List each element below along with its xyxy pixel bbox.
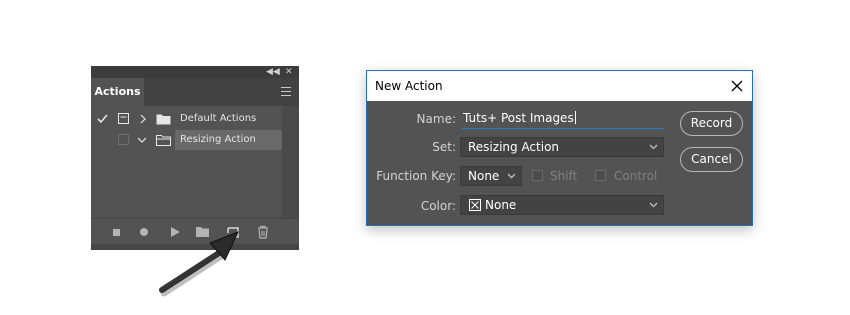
action-set-default-actions[interactable]: Default Actions (91, 109, 282, 129)
set-label: Set: (432, 140, 456, 154)
new-action-dialog: New Action Name: Tuts+ Post Images Set: … (366, 70, 753, 226)
delete-icon[interactable] (256, 225, 270, 239)
dialog-toggle-icon[interactable] (118, 134, 130, 146)
open-folder-icon (156, 135, 171, 146)
action-set-resizing-action[interactable]: Resizing Action (91, 130, 282, 150)
stop-icon[interactable] (109, 225, 123, 239)
dialog-titlebar: New Action (367, 71, 752, 101)
actions-panel: ◀◀ ✕ Actions Default Actions Resizing Ac… (91, 66, 299, 250)
chevron-down-icon[interactable] (137, 136, 147, 144)
control-label: Control (614, 169, 658, 183)
chevron-down-icon (649, 144, 658, 150)
panel-tabbar: Actions (91, 78, 299, 106)
play-icon[interactable] (168, 225, 182, 239)
color-label: Color: (420, 199, 456, 213)
panel-menu-icon[interactable] (281, 87, 291, 96)
record-button[interactable]: Record (680, 111, 743, 136)
set-select-value: Resizing Action (468, 140, 560, 154)
panel-bottombar (91, 218, 299, 245)
close-icon[interactable] (728, 77, 746, 95)
collapse-icon[interactable]: ◀◀ (266, 66, 280, 78)
chevron-down-icon (649, 202, 658, 208)
name-label: Name: (416, 112, 456, 126)
tab-actions[interactable]: Actions (91, 78, 144, 106)
panel-resize-handle[interactable] (91, 244, 299, 250)
new-action-icon[interactable] (226, 225, 240, 239)
new-set-icon[interactable] (195, 225, 209, 239)
chevron-right-icon[interactable] (139, 114, 147, 124)
action-set-label: Resizing Action (180, 134, 256, 145)
set-select[interactable]: Resizing Action (460, 137, 664, 157)
control-checkbox[interactable] (595, 170, 606, 181)
name-field[interactable]: Tuts+ Post Images (462, 109, 664, 129)
chevron-down-icon (507, 173, 516, 179)
name-field-value: Tuts+ Post Images (463, 111, 574, 125)
record-icon[interactable] (137, 225, 151, 239)
scrollbar[interactable] (282, 106, 299, 218)
color-select[interactable]: None (460, 195, 664, 215)
close-panel-icon[interactable]: ✕ (285, 66, 293, 78)
color-select-value: None (485, 198, 517, 212)
function-key-select[interactable]: None (460, 166, 522, 186)
shift-label: Shift (550, 169, 578, 183)
dialog-toggle-icon[interactable] (118, 113, 130, 125)
panel-topbar: ◀◀ ✕ (91, 66, 299, 78)
no-color-swatch-icon (469, 199, 481, 211)
folder-icon (156, 114, 171, 125)
action-set-label: Default Actions (180, 113, 257, 124)
cancel-button[interactable]: Cancel (680, 147, 743, 172)
function-key-label: Function Key: (376, 169, 456, 183)
checkmark-icon[interactable] (97, 114, 108, 124)
dialog-title: New Action (375, 79, 443, 93)
function-key-value: None (468, 169, 500, 183)
shift-checkbox[interactable] (532, 170, 543, 181)
